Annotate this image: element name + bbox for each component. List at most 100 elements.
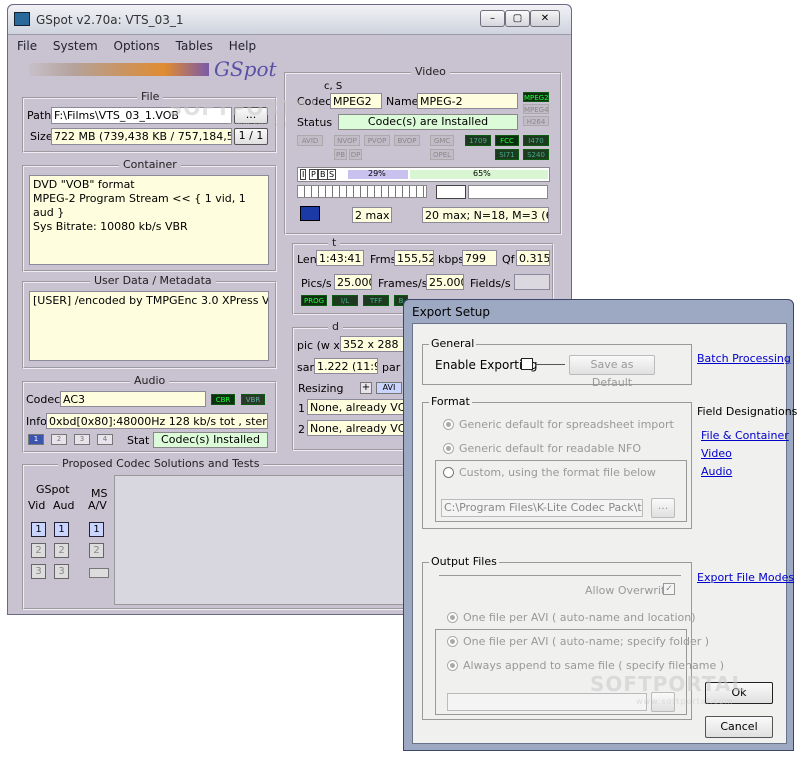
audio-stream-2[interactable]: 2: [51, 434, 67, 445]
gop-bar: [297, 185, 427, 198]
vid-solution-3[interactable]: 3: [31, 564, 46, 579]
output-append-radio[interactable]: [447, 660, 458, 671]
menu-help[interactable]: Help: [229, 39, 256, 53]
pct2-label: 65%: [473, 169, 491, 178]
pct1-label: 29%: [368, 169, 386, 178]
watermark-logo: SOFTPORTAL: [590, 672, 746, 696]
vid-solution-2[interactable]: 2: [31, 543, 46, 558]
allow-overwrite-label: Allow Overwrite: [585, 584, 672, 597]
format-path-field[interactable]: C:\Program Files\K-Lite Codec Pack\tools: [441, 499, 643, 517]
output-auto-radio[interactable]: [447, 612, 458, 623]
nvop-badge: NVOP: [334, 135, 360, 146]
resize-row1-field: None, already VCD: [307, 399, 407, 415]
audio-stream-4[interactable]: 4: [97, 434, 113, 445]
mpeg-logo-icon: [300, 206, 320, 221]
menu-bar: File System Options Tables Help: [17, 39, 268, 53]
audio-legend: Audio: [130, 374, 170, 387]
qf-label: Qf: [502, 253, 515, 266]
aud-solution-2[interactable]: 2: [54, 543, 69, 558]
dp-badge: DP: [349, 149, 362, 160]
field-designations-label: Field Designations: [697, 405, 798, 418]
minimize-button[interactable]: –: [480, 10, 505, 27]
avi-badge: AVI: [376, 382, 402, 394]
format-nfo-label: Generic default for readable NFO: [459, 442, 642, 455]
path-label: Path: [27, 109, 52, 122]
allow-overwrite-checkbox[interactable]: ✓: [663, 583, 675, 595]
save-as-default-button[interactable]: Save as Default: [569, 355, 655, 389]
gop-max-field: 2 max: [352, 207, 392, 223]
gop-track: [468, 185, 548, 199]
menu-tables[interactable]: Tables: [176, 39, 213, 53]
pvop-badge: PVOP: [364, 135, 390, 146]
container-line: MPEG-2 Program Stream << { 1 vid, 1 aud …: [33, 192, 246, 219]
userdata-legend: User Data / Metadata: [90, 274, 216, 287]
sar-field: 1.222 (11:9): [314, 358, 378, 374]
frame-type-s: S: [327, 169, 337, 180]
ms-solution-2[interactable]: 2: [89, 543, 104, 558]
video-name-field: MPEG-2: [417, 93, 518, 109]
title-bar[interactable]: GSpot v2.70a: VTS_03_1 – ▢ ✕: [8, 5, 571, 35]
format-custom-label: Custom, using the format file below: [459, 466, 656, 479]
format-browse-button[interactable]: ...: [651, 498, 675, 518]
format-nfo-radio[interactable]: [443, 443, 454, 454]
menu-options[interactable]: Options: [114, 39, 160, 53]
file-container-link[interactable]: File & Container: [701, 429, 789, 442]
qf-field: 0.315: [516, 250, 550, 266]
frames-field: 25.000: [426, 274, 464, 290]
kbps-field: 799: [462, 250, 497, 266]
enable-exporting-checkbox[interactable]: [521, 358, 533, 370]
fcc-badge: FCC: [495, 135, 519, 146]
format-custom-radio[interactable]: [443, 467, 454, 478]
batch-processing-link[interactable]: Batch Processing: [697, 352, 791, 365]
ms-slot: [89, 568, 109, 578]
export-file-modes-link[interactable]: Export File Modes: [697, 571, 794, 584]
window-title: GSpot v2.70a: VTS_03_1: [36, 13, 184, 27]
aud-solution-3[interactable]: 3: [54, 564, 69, 579]
container-text: DVD "VOB" format MPEG-2 Program Stream <…: [29, 175, 269, 265]
menu-system[interactable]: System: [53, 39, 98, 53]
app-icon: [14, 12, 30, 26]
pic-field: 352 x 288: [340, 336, 404, 352]
audio-link[interactable]: Audio: [701, 465, 732, 478]
output-folder-radio[interactable]: [447, 636, 458, 647]
len-label: Len: [297, 253, 317, 266]
pb-badge: PB: [334, 149, 347, 160]
vbr-badge: VBR: [241, 394, 265, 405]
vid-solution-1[interactable]: 1: [31, 522, 46, 537]
frames-label: Frames/s: [378, 277, 428, 290]
format-spreadsheet-label: Generic default for spreadsheet import: [459, 418, 674, 431]
len-field: 1:43:41: [316, 250, 364, 266]
audio-stream-3[interactable]: 3: [74, 434, 90, 445]
close-icon[interactable]: ✕: [530, 10, 560, 27]
output-append-label: Always append to same file ( specify fil…: [463, 659, 725, 672]
output-auto-label: One file per AVI ( auto-name and locatio…: [463, 611, 696, 624]
container-line: Sys Bitrate: 10080 kb/s VBR: [33, 220, 188, 233]
fields-field: [514, 274, 550, 290]
file-legend: File: [137, 90, 164, 103]
timing-legend: t: [328, 236, 341, 249]
resize-row1-num: 1: [298, 402, 305, 415]
output-folder-label: One file per AVI ( auto-name; specify fo…: [463, 635, 710, 648]
resize-plus-button[interactable]: +: [360, 382, 372, 394]
sar-label: sar: [297, 361, 314, 374]
maximize-button[interactable]: ▢: [505, 10, 530, 27]
bvop-badge: BVOP: [394, 135, 420, 146]
format-legend: Format: [429, 395, 472, 408]
cancel-button[interactable]: Cancel: [705, 716, 773, 738]
dialog-title: Export Setup: [412, 305, 491, 319]
audio-info-field: 0xbd[0x80]:48000Hz 128 kb/s tot , stereo…: [46, 413, 268, 429]
menu-file[interactable]: File: [17, 39, 37, 53]
size-button[interactable]: 1 / 1: [234, 128, 268, 145]
container-line: DVD "VOB" format: [33, 178, 135, 191]
il-badge: I/L: [332, 295, 358, 306]
resize-row2-field: None, already VCD: [307, 420, 407, 436]
format-spreadsheet-radio[interactable]: [443, 419, 454, 430]
video-link[interactable]: Video: [701, 447, 732, 460]
proposed-legend: Proposed Codec Solutions and Tests: [58, 457, 264, 470]
aud-solution-1[interactable]: 1: [54, 522, 69, 537]
audio-stream-1[interactable]: 1: [28, 434, 44, 445]
ms-solution-1[interactable]: 1: [89, 522, 104, 537]
1709-badge: 1709: [465, 135, 491, 146]
gspot-label: GSpot: [36, 483, 70, 496]
prog-badge: PROG: [301, 295, 327, 306]
